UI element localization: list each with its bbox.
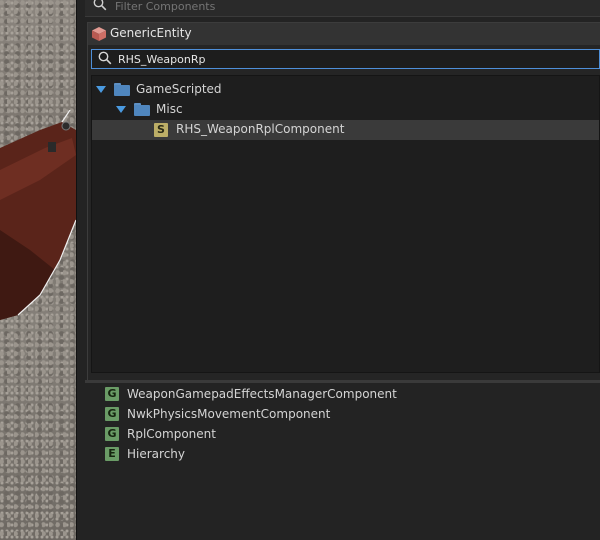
filter-components-input[interactable] — [115, 0, 585, 15]
component-panel: GenericEntity GameScripted Misc S RH — [76, 0, 600, 540]
filter-bar — [85, 0, 600, 17]
component-badge-icon: G — [105, 427, 119, 441]
component-label: WeaponGamepadEffectsManagerComponent — [127, 387, 397, 401]
tree-item-gamescripted[interactable]: GameScripted — [92, 80, 599, 100]
list-item[interactable]: G NwkPhysicsMovementComponent — [85, 405, 600, 425]
add-component-popup: GenericEntity GameScripted Misc S RH — [87, 22, 600, 381]
component-label: Hierarchy — [127, 447, 186, 461]
component-badge-icon: G — [105, 387, 119, 401]
popup-header: GenericEntity — [88, 23, 600, 45]
component-search-box[interactable] — [91, 49, 600, 69]
folder-icon — [114, 83, 130, 96]
component-badge-icon: G — [105, 407, 119, 421]
entity-badge-icon: E — [105, 447, 119, 461]
search-icon — [98, 51, 112, 65]
scene-viewport[interactable] — [0, 0, 76, 540]
tree-item-misc[interactable]: Misc — [92, 100, 599, 120]
entity-cube-icon — [92, 27, 106, 41]
search-icon — [93, 0, 107, 11]
list-item[interactable]: G RplComponent — [85, 425, 600, 445]
existing-components-list: G WeaponGamepadEffectsManagerComponent G… — [85, 385, 600, 540]
tree-item-label: GameScripted — [136, 82, 222, 96]
tree-item-rhs-weaponrplcomponent[interactable]: S RHS_WeaponRplComponent — [92, 120, 599, 140]
component-label: RplComponent — [127, 427, 216, 441]
folder-icon — [134, 103, 150, 116]
component-label: NwkPhysicsMovementComponent — [127, 407, 331, 421]
tree-item-label: Misc — [156, 102, 183, 116]
list-item[interactable]: E Hierarchy — [85, 445, 600, 465]
weapon-model — [0, 110, 76, 320]
expand-arrow-icon[interactable] — [96, 86, 106, 93]
popup-title: GenericEntity — [110, 26, 192, 40]
script-badge-icon: S — [154, 123, 168, 137]
panel-divider[interactable] — [85, 380, 600, 383]
list-item[interactable]: G WeaponGamepadEffectsManagerComponent — [85, 385, 600, 405]
component-search-input[interactable] — [118, 51, 588, 67]
expand-arrow-icon[interactable] — [116, 106, 126, 113]
tree-item-label: RHS_WeaponRplComponent — [176, 122, 345, 136]
component-tree: GameScripted Misc S RHS_WeaponRplCompone… — [91, 75, 600, 373]
